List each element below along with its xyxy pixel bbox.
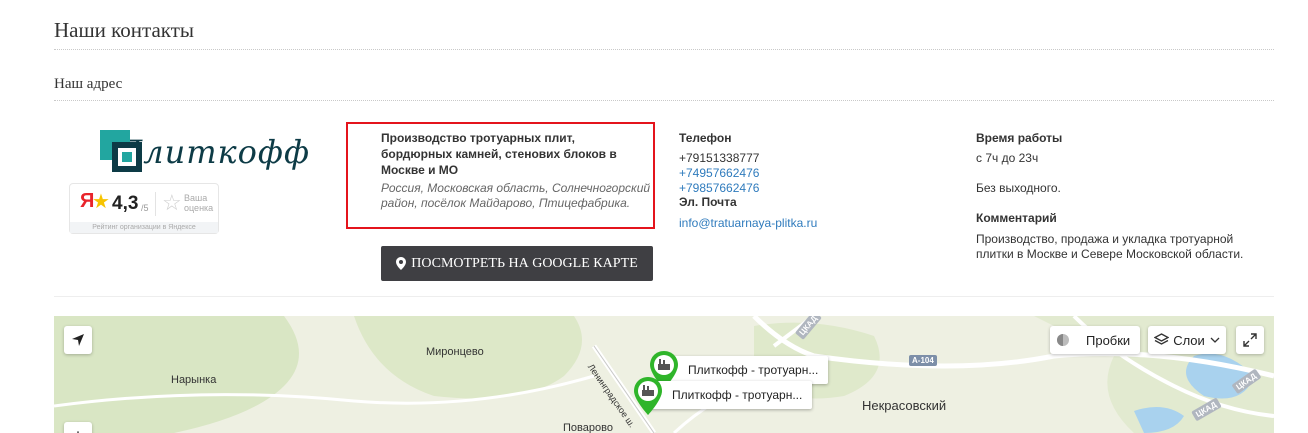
map-pin-icon [396, 257, 407, 270]
layers-button[interactable]: Слои [1148, 326, 1226, 354]
working-days: Без выходного. [976, 181, 1061, 195]
email-link[interactable]: info@tratuarnaya-plitka.ru [679, 216, 817, 231]
title-divider [54, 49, 1274, 50]
rating-footer: Рейтинг организации в Яндексе [70, 222, 218, 233]
traffic-label: Пробки [1086, 332, 1131, 348]
view-google-map-button[interactable]: ПОСМОТРЕТЬ НА GOOGLE КАРТЕ [381, 246, 653, 281]
yandex-rating-badge[interactable]: Я ★ 4,3 /5 ☆ Ваша оценка Рейтинг организ… [69, 183, 219, 234]
chevron-down-icon [1210, 337, 1220, 343]
section-title: Наш адрес [54, 76, 123, 92]
view-google-map-label: ПОСМОТРЕТЬ НА GOOGLE КАРТЕ [411, 255, 638, 271]
map-place-mironcevo: Миронцево [426, 346, 484, 358]
map-marker-label-2[interactable]: Плиткофф - тротуарн... [648, 381, 813, 409]
address-text: Россия, Московская область, Солнечногорс… [381, 181, 651, 210]
comment-text: Производство, продажа и укладка тротуарн… [976, 232, 1244, 261]
company-logo[interactable]: Плиткофф [100, 128, 310, 176]
map-divider [54, 296, 1274, 297]
zoom-in-icon: + [73, 426, 84, 433]
phone-link-2[interactable]: +74957662476 [679, 166, 759, 181]
yandex-map[interactable]: Миронцево Нарынка Некрасовский Поварово … [54, 316, 1274, 433]
comment-label: Комментарий [976, 211, 1057, 225]
location-arrow-icon [72, 334, 84, 346]
map-place-narynka: Нарынка [171, 374, 217, 386]
logo-text: Плиткофф [114, 133, 310, 171]
traffic-button[interactable]: Пробки [1050, 326, 1140, 354]
email-label: Эл. Почта [679, 195, 737, 209]
rating-separator [155, 192, 156, 216]
road-tag-a104: А-104 [909, 355, 937, 366]
map-place-nekrasovsky: Некрасовский [862, 398, 947, 413]
map-marker-icon-2[interactable] [632, 376, 664, 416]
rating-max: /5 [141, 203, 149, 213]
phone-link-3[interactable]: +79857662476 [679, 181, 759, 196]
expand-icon [1243, 333, 1257, 347]
address-title: Производство тротуарных плит, бордюрных … [381, 131, 617, 177]
fullscreen-button[interactable] [1236, 326, 1264, 354]
traffic-icon [1057, 334, 1069, 346]
section-divider [54, 100, 1274, 101]
phone-number-1: +79151338777 [679, 151, 760, 165]
map-place-povarovo: Поварово [563, 422, 613, 433]
phone-label: Телефон [679, 131, 732, 145]
hours-label: Время работы [976, 131, 1063, 145]
rate-star-icon[interactable]: ☆ [162, 190, 182, 216]
hours-value: с 7ч до 23ч [976, 151, 1039, 165]
layers-icon [1154, 333, 1170, 345]
logo-mark-icon [100, 130, 142, 174]
rate-label[interactable]: Ваша оценка [184, 193, 218, 213]
layers-label: Слои [1173, 332, 1205, 348]
zoom-in-button[interactable]: + [64, 422, 92, 433]
map-marker-label-1[interactable]: Плиткофф - тротуарн... [664, 356, 829, 384]
geolocation-button[interactable] [64, 326, 92, 354]
star-icon: ★ [92, 191, 110, 213]
rating-score: 4,3 [112, 193, 139, 214]
page-title: Наши контакты [54, 18, 194, 42]
